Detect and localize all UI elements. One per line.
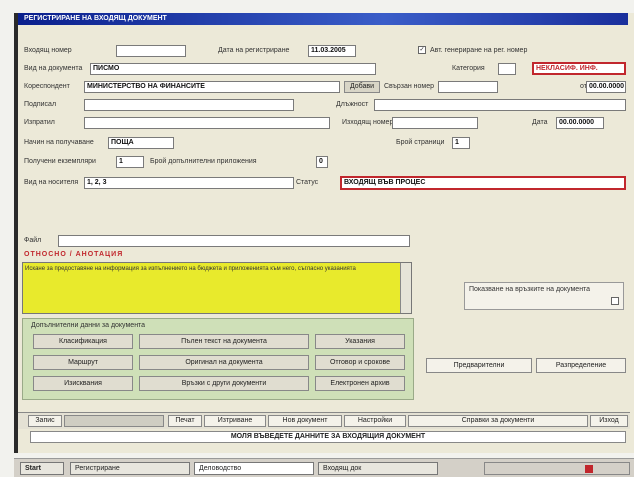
category-label: Категория (452, 65, 485, 72)
document-reports-button[interactable]: Справки за документи (408, 415, 588, 427)
related-field[interactable] (438, 81, 498, 93)
pages-label: Брой страници (396, 139, 445, 146)
distribution-button[interactable]: Разпределение (536, 358, 626, 373)
position-field[interactable] (374, 99, 626, 111)
media-type-field[interactable]: 1, 2, 3 (84, 177, 294, 189)
annotation-scrollbar[interactable] (400, 263, 411, 313)
annotation-textarea[interactable]: Искане за предоставяне на информация за … (22, 262, 412, 314)
system-tray (484, 462, 630, 475)
date-from-field[interactable]: 00.00.0000 (586, 81, 626, 93)
save-button[interactable]: Запис (28, 415, 62, 427)
file-label: Файл (24, 237, 42, 244)
outgoing-field[interactable] (392, 117, 478, 129)
sender-field[interactable] (84, 117, 330, 129)
doc-type-label: Вид на документа (24, 65, 83, 72)
correspondent-label: Кореспондент (24, 83, 70, 90)
copies-label: Получени екземпляри (24, 158, 96, 165)
links-label: Показване на връзките на документа (469, 286, 591, 293)
sender-label: Изпратил (24, 119, 55, 126)
full-text-button[interactable]: Пълен текст на документа (139, 334, 309, 349)
file-field[interactable] (58, 235, 410, 247)
reg-date-field[interactable]: 11.03.2005 (308, 45, 356, 57)
start-button[interactable]: Start (20, 462, 64, 475)
exit-button[interactable]: Изход (590, 415, 628, 427)
linked-documents-button[interactable]: Връзки с други документи (139, 376, 309, 391)
add-correspondent-button[interactable]: Добави (344, 81, 380, 93)
delivery-field[interactable]: ПОЩА (108, 137, 174, 149)
taskbar-item-incoming[interactable]: Входящ док (318, 462, 438, 475)
annotation-heading: ОТНОСНО / АНОТАЦИЯ (24, 251, 124, 258)
category-field[interactable] (498, 63, 516, 75)
taskbar-item-records[interactable]: Деловодство (194, 462, 314, 475)
window-title: РЕГИСТРИРАНЕ НА ВХОДЯЩ ДОКУМЕНТ (18, 13, 628, 25)
taskbar-item-registration[interactable]: Регистриране (70, 462, 190, 475)
status-bar: МОЛЯ ВЪВЕДЕТЕ ДАННИТЕ ЗА ВХОДЯЩИЯ ДОКУМЕ… (30, 431, 626, 443)
additional-data-panel: Допълнителни данни за документа Класифик… (22, 318, 414, 400)
signer-field[interactable] (84, 99, 294, 111)
electronic-archive-button[interactable]: Електронен архив (315, 376, 405, 391)
disabled-button (64, 415, 164, 427)
media-type-label: Вид на носителя (24, 179, 79, 186)
date-label: Дата (532, 119, 548, 126)
attachments-label: Брой допълнителни приложения (150, 158, 257, 165)
doc-type-field[interactable]: ПИСМО (90, 63, 376, 75)
annotation-text: Искане за предоставяне на информация за … (25, 266, 356, 272)
reg-no-label: Входящ номер (24, 47, 72, 54)
position-label: Длъжност (336, 101, 369, 108)
pages-field[interactable]: 1 (452, 137, 470, 149)
instructions-button[interactable]: Указания (315, 334, 405, 349)
delete-button[interactable]: Изтриване (204, 415, 266, 427)
classification-button[interactable]: Класификация (33, 334, 133, 349)
status-label: Статус (296, 179, 319, 186)
reg-date-label: Дата на регистриране (218, 47, 290, 54)
links-checkbox[interactable] (611, 297, 619, 305)
bottom-toolbar: Запис Печат Изтриване Нов документ Настр… (18, 412, 630, 429)
taskbar: Start Регистриране Деловодство Входящ до… (14, 458, 634, 477)
additional-data-heading: Допълнителни данни за документа (31, 322, 146, 329)
correspondent-field[interactable]: МИНИСТЕРСТВО НА ФИНАНСИТЕ (84, 81, 340, 93)
status-field[interactable]: ВХОДЯЩ ВЪВ ПРОЦЕС (340, 176, 626, 190)
auto-number-checkbox[interactable]: ✓ (418, 46, 426, 54)
secrecy-field[interactable]: НЕКЛАСИФ. ИНФ. (532, 62, 626, 75)
requirements-button[interactable]: Изисквания (33, 376, 133, 391)
settings-button[interactable]: Настройки (344, 415, 406, 427)
route-button[interactable]: Маршрут (33, 355, 133, 370)
copies-field[interactable]: 1 (116, 156, 144, 168)
new-document-button[interactable]: Нов документ (268, 415, 342, 427)
preliminary-button[interactable]: Предварителни (426, 358, 532, 373)
date-field[interactable]: 00.00.0000 (556, 117, 604, 129)
links-box: Показване на връзките на документа (464, 282, 624, 310)
outgoing-label: Изходящ номер (342, 119, 394, 126)
related-label: Свързан номер (384, 83, 435, 90)
auto-number-label: Авт. генериране на рег. номер (430, 47, 528, 54)
original-document-button[interactable]: Оригинал на документа (139, 355, 309, 370)
tray-icon[interactable] (585, 465, 593, 473)
response-deadlines-button[interactable]: Отговор и срокове (315, 355, 405, 370)
signer-label: Подписал (24, 101, 57, 108)
attachments-field[interactable]: 0 (316, 156, 328, 168)
print-button[interactable]: Печат (168, 415, 202, 427)
delivery-label: Начин на получаване (24, 139, 94, 146)
reg-no-field[interactable] (116, 45, 186, 57)
